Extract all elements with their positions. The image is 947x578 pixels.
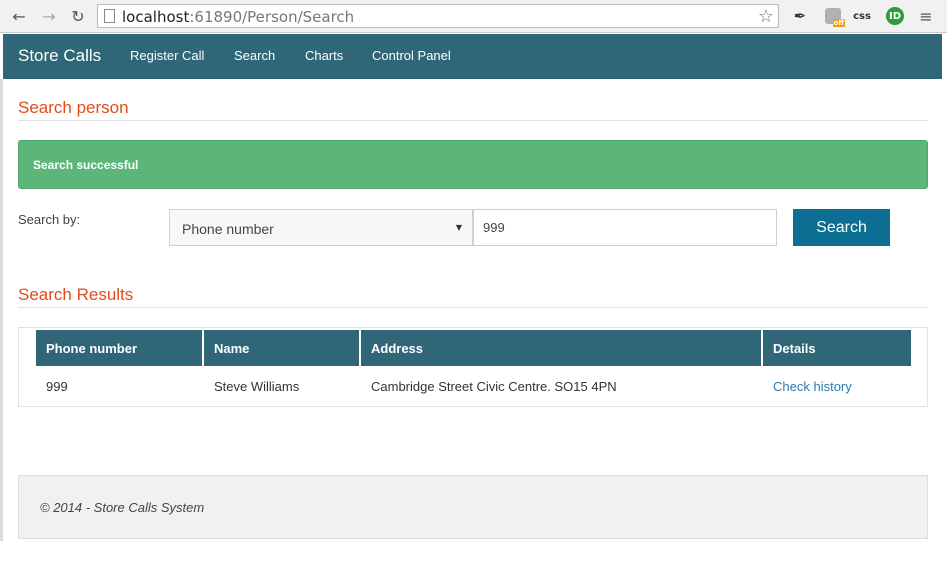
table-row: 999 Steve Williams Cambridge Street Civi… (36, 366, 911, 406)
nav-register-call[interactable]: Register Call (130, 48, 204, 63)
menu-icon[interactable]: ≡ (916, 6, 936, 26)
nav-search[interactable]: Search (234, 48, 275, 63)
name-cell: Steve Williams (214, 378, 300, 394)
success-alert: Search successful (18, 140, 928, 189)
bookmark-star-icon[interactable]: ☆ (758, 6, 774, 27)
reload-icon[interactable]: ↻ (69, 7, 87, 26)
divider (18, 307, 928, 308)
search-field-select[interactable]: Phone number ▼ (169, 209, 473, 246)
nav-control-panel[interactable]: Control Panel (372, 48, 451, 63)
check-history-link[interactable]: Check history (773, 379, 852, 394)
search-results-heading: Search Results (18, 285, 134, 304)
robot-extension-icon[interactable]: off (823, 6, 845, 27)
css-extension-icon[interactable]: css (852, 6, 872, 26)
address-cell: Cambridge Street Civic Centre. SO15 4PN (371, 378, 617, 394)
nav-charts[interactable]: Charts (305, 48, 343, 63)
footer: © 2014 - Store Calls System (18, 475, 928, 539)
window-edge (0, 79, 3, 541)
column-header: Name (204, 330, 361, 366)
column-header: Details (763, 330, 911, 366)
eyedropper-icon[interactable]: ✒ (790, 6, 810, 26)
results-panel: Phone number Name Address Details 999 St… (18, 327, 928, 407)
column-header: Address (361, 330, 763, 366)
search-person-heading: Search person (18, 98, 129, 117)
id-extension-icon[interactable]: ID (885, 6, 905, 26)
site-navbar: Store Calls Register Call Search Charts … (3, 34, 942, 79)
search-by-label: Search by: (18, 212, 81, 227)
column-header: Phone number (36, 330, 204, 366)
divider (18, 120, 928, 121)
phone-cell: 999 (46, 378, 68, 394)
search-input[interactable] (473, 209, 777, 246)
footer-text: © 2014 - Store Calls System (40, 500, 205, 515)
caret-down-icon: ▼ (455, 223, 462, 232)
browser-toolbar: ← → ↻ localhost:61890/Person/Search ☆ ✒ … (0, 0, 947, 33)
back-icon[interactable]: ← (10, 7, 28, 26)
address-bar[interactable]: localhost:61890/Person/Search ☆ (97, 4, 779, 28)
brand-link[interactable]: Store Calls (18, 46, 101, 66)
page-icon (104, 9, 115, 23)
details-cell: Check history (763, 366, 911, 406)
url-text: localhost:61890/Person/Search (122, 8, 355, 26)
forward-icon[interactable]: → (40, 7, 58, 26)
results-table: Phone number Name Address Details 999 St… (36, 330, 911, 406)
search-button[interactable]: Search (793, 209, 890, 246)
